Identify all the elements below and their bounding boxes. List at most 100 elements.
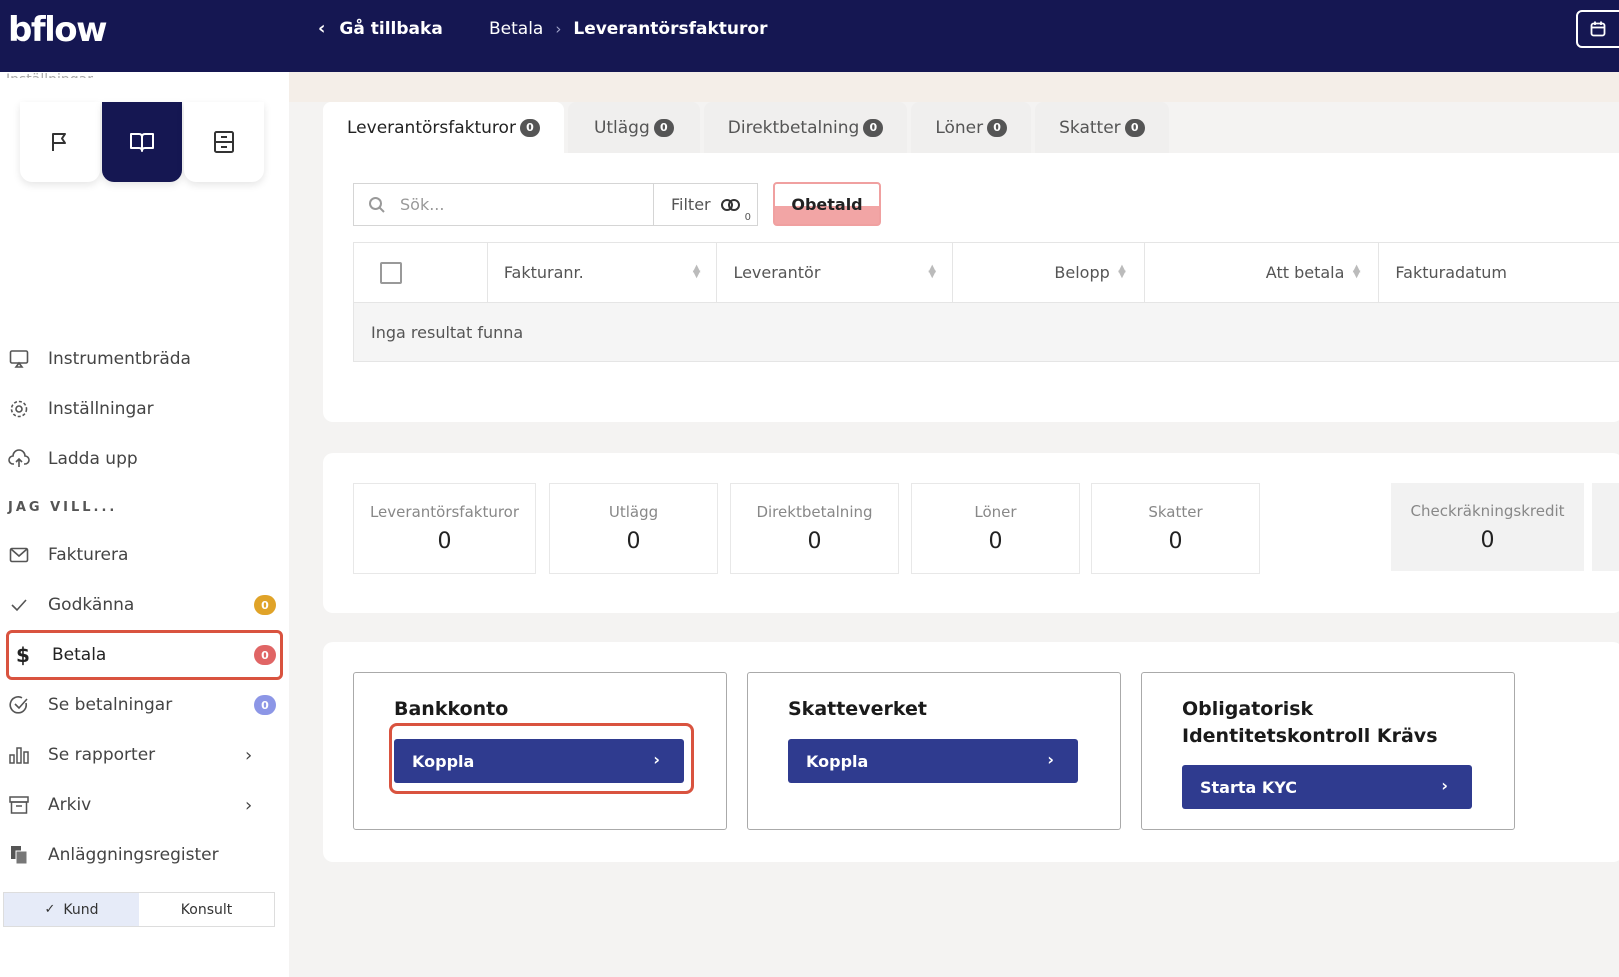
stat-label: Utlägg (608, 503, 659, 521)
chevron-right-icon: › (1047, 750, 1054, 769)
sidebar-nav: Instrumentbräda Inställningar Ladda upp … (0, 334, 289, 880)
bar-chart-icon (8, 744, 30, 766)
tab-count-badge: 0 (653, 118, 674, 137)
sidebar-item-instrumentbrada[interactable]: Instrumentbräda (0, 334, 289, 384)
filter-count: 0 (744, 212, 751, 223)
status-chip-obetald[interactable]: Obetald (773, 182, 881, 226)
select-all-checkbox[interactable] (380, 261, 402, 284)
sidebar-item-arkiv[interactable]: Arkiv › (0, 780, 289, 830)
breadcrumb-current: Leverantörsfakturor (573, 19, 768, 39)
top-bar: bflow ‹ Gå tillbaka Betala › Leverantörs… (0, 0, 1619, 72)
archive-icon (8, 794, 30, 816)
tab-utlagg[interactable]: Utlägg 0 (567, 102, 700, 153)
invoice-table: Fakturanr. ▲ ▼ Leverantör ▲ ▼ Belopp ▲ ▼ Att b… (353, 242, 1619, 362)
sidebar-tab-flag[interactable] (20, 102, 100, 182)
bankkonto-title: Bankkonto (394, 698, 509, 720)
search-placeholder: Sök... (400, 195, 445, 214)
toggle-konsult[interactable]: Konsult (139, 893, 274, 926)
sidebar-item-label: Se betalningar (48, 695, 173, 715)
sidebar-item-betala[interactable]: $ Betala 0 (6, 630, 283, 680)
filter-button[interactable]: Filter 0 (653, 183, 758, 226)
gear-icon (8, 398, 30, 420)
sidebar-item-label: Fakturera (48, 545, 129, 565)
summary-card: Leverantörsfakturor 0 Utlägg 0 Direktbet… (323, 453, 1619, 613)
tab-label: Leverantörsfakturor (347, 117, 516, 138)
sort-icon: ▲ ▼ (928, 263, 937, 280)
sidebar-item-installningar[interactable]: Inställningar (0, 384, 289, 434)
files-icon (8, 844, 30, 866)
column-fakturadatum[interactable]: Fakturadatum (1379, 243, 1619, 302)
invoice-tabs: Leverantörsfakturor 0 Utlägg 0 Direktbetal… (323, 102, 1169, 153)
sidebar-item-label: Arkiv (48, 795, 92, 815)
sidebar-cut-item: Inställningar (6, 72, 146, 78)
calendar-icon (1590, 21, 1606, 37)
button-label: Starta KYC (1200, 777, 1298, 797)
starta-kyc-button[interactable]: Starta KYC › (1182, 765, 1472, 809)
column-fakturanr[interactable]: Fakturanr. ▲ ▼ (488, 243, 718, 302)
tab-label: Utlägg (593, 117, 650, 138)
sidebar-tab-book[interactable] (102, 102, 182, 182)
stat-value: 0 (1480, 527, 1495, 553)
kyc-panel: Obligatorisk Identitetskontroll Krävs St… (1141, 672, 1515, 830)
stat-value: 0 (626, 529, 641, 554)
betala-count-badge: 0 (254, 645, 276, 665)
mail-icon (8, 544, 30, 566)
tab-label: Skatter (1059, 117, 1121, 138)
breadcrumb-item-betala[interactable]: Betala (489, 19, 543, 39)
column-leverantor[interactable]: Leverantör ▲ ▼ (717, 243, 954, 302)
column-belopp[interactable]: Belopp ▲ ▼ (953, 243, 1145, 302)
calendar-button[interactable] (1576, 10, 1619, 48)
tab-leverantorsfakturor[interactable]: Leverantörsfakturor 0 (323, 102, 564, 153)
bankkonto-panel: Bankkonto Koppla › (353, 672, 727, 830)
tab-loner[interactable]: Löner 0 (911, 102, 1032, 153)
toggle-icon (720, 198, 740, 211)
stat-value: 0 (1168, 529, 1183, 554)
sort-icon: ▲ ▼ (1118, 263, 1126, 280)
sidebar-item-se-rapporter[interactable]: Se rapporter › (0, 730, 289, 780)
stat-label: Skatter (1148, 503, 1203, 521)
sidebar-item-se-betalningar[interactable]: Se betalningar 0 (0, 680, 289, 730)
dollar-icon: $ (16, 643, 30, 667)
chevron-right-icon: › (653, 750, 660, 769)
sort-icon: ▲ ▼ (692, 263, 701, 280)
sidebar-item-fakturera[interactable]: Fakturera (0, 530, 289, 580)
toggle-kund[interactable]: ✓ Kund (4, 893, 139, 926)
column-label: Leverantör (733, 263, 821, 282)
tab-direktbetalning[interactable]: Direktbetalning 0 (703, 102, 908, 153)
stat-label: Direktbetalning (756, 503, 873, 521)
search-input[interactable]: Sök... (353, 183, 653, 226)
stat-leverantorsfakturor: Leverantörsfakturor 0 (353, 483, 536, 574)
filter-label: Filter (671, 195, 711, 214)
toggle-konsult-label: Konsult (180, 901, 233, 918)
upload-cloud-icon (8, 448, 30, 470)
tab-count-badge: 0 (1124, 118, 1145, 137)
tab-count-badge: 0 (519, 118, 540, 137)
sidebar-tab-archive[interactable] (184, 102, 264, 182)
koppla-bankkonto-button[interactable]: Koppla › (394, 739, 684, 783)
book-icon (130, 133, 154, 152)
button-label: Koppla (412, 751, 475, 771)
toggle-kund-label: Kund (63, 901, 99, 918)
back-button[interactable]: ‹ Gå tillbaka (318, 18, 443, 39)
stat-label: Löner (974, 503, 1017, 521)
chevron-right-icon: › (555, 20, 562, 38)
tab-count-badge: 0 (863, 118, 884, 137)
sidebar-item-anlaggningsregister[interactable]: Anläggningsregister (0, 830, 289, 880)
top-strip (289, 72, 1619, 102)
skatteverket-panel: Skatteverket Koppla › (747, 672, 1121, 830)
sidebar-item-godkanna[interactable]: Godkänna 0 (0, 580, 289, 630)
column-att-betala[interactable]: Att betala ▲ ▼ (1145, 243, 1380, 302)
sidebar-item-ladda-upp[interactable]: Ladda upp (0, 434, 289, 484)
godkanna-count-badge: 0 (254, 595, 276, 615)
chevron-right-icon: › (1441, 776, 1448, 795)
bflow-logo[interactable]: bflow (8, 10, 108, 50)
stat-label: Leverantörsfakturor (369, 503, 520, 521)
tab-label: Löner (935, 117, 984, 138)
koppla-skatteverket-button[interactable]: Koppla › (788, 739, 1078, 783)
column-label: Belopp (1054, 263, 1110, 282)
sidebar-item-label: Se rapporter (48, 745, 156, 765)
stat-checkrakningskredit: Checkräkningskredit 0 (1391, 483, 1584, 571)
tab-skatter[interactable]: Skatter 0 (1035, 102, 1169, 153)
chevron-right-icon: › (245, 745, 253, 766)
breadcrumb: Betala › Leverantörsfakturor (489, 19, 767, 39)
